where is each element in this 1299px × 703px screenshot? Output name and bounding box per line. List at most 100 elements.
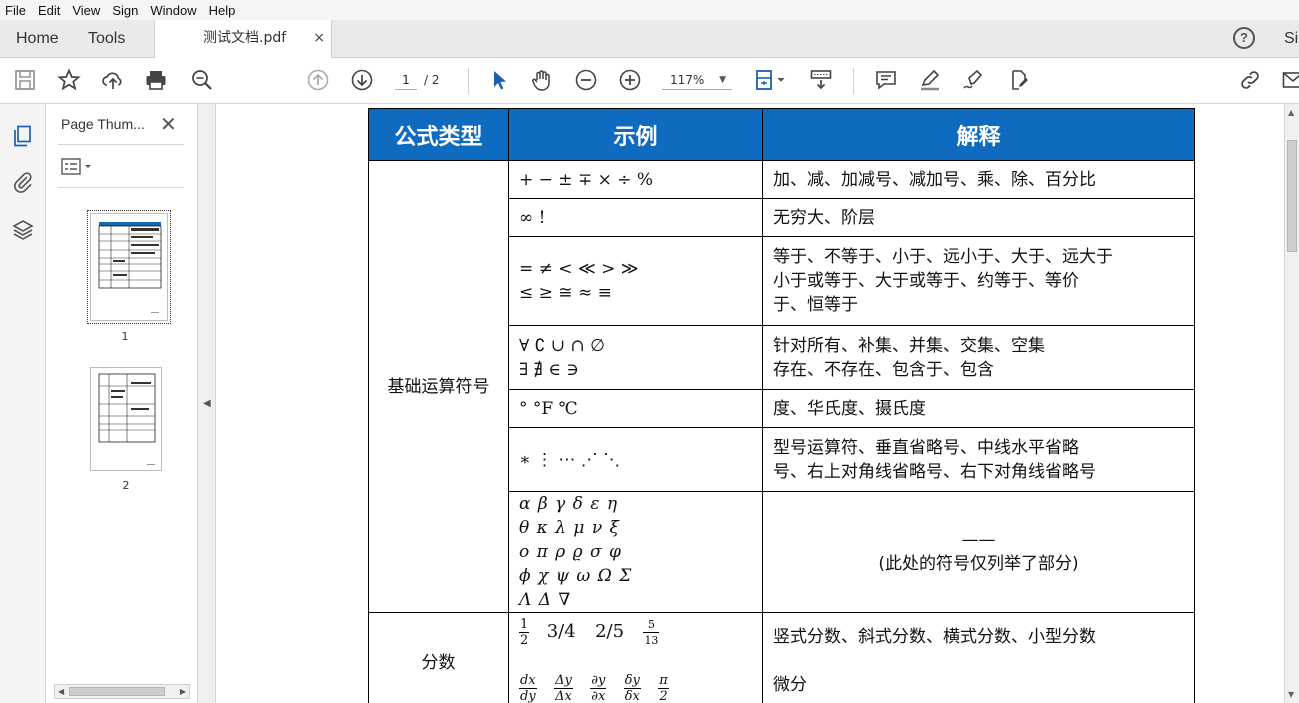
tab-tools[interactable]: Tools <box>88 20 125 57</box>
header-example: 示例 <box>508 108 763 161</box>
thumbnail-horizontal-scrollbar[interactable]: ◀ ▶ <box>54 684 190 699</box>
example-cell: ∞ ! <box>508 198 763 237</box>
menu-window[interactable]: Window <box>144 3 202 18</box>
explanation-line: 加、减、加减号、减加号、乘、除、百分比 <box>773 169 1096 190</box>
explanation-line: 存在、不存在、包含于、包含 <box>773 359 994 380</box>
example-line: ο π ρ ϱ σ φ <box>519 542 622 562</box>
zoom-search-icon[interactable] <box>189 67 215 93</box>
explanation-line: —— <box>961 530 996 550</box>
example-line: + − ± ∓ × ÷ % <box>519 169 654 190</box>
explanation-cell: 无穷大、阶层 <box>762 198 1195 237</box>
category-basic-operators: 基础运算符号 <box>368 160 509 613</box>
fraction: Δy Δx <box>554 673 573 703</box>
fraction-line-diff: dx dy Δy Δx ∂y ∂x δy δx π2 <box>519 673 752 703</box>
fraction-line-simple: 12 3/4 2/5 5 13 <box>519 617 752 659</box>
page-number-input[interactable]: 1 <box>395 70 417 90</box>
explanation-cell: —— (此处的符号仅列举了部分) <box>762 491 1195 613</box>
next-page-icon[interactable] <box>349 67 375 93</box>
fit-page-icon[interactable] <box>752 67 788 93</box>
example-cell: + − ± ∓ × ÷ % <box>508 160 763 199</box>
menu-help[interactable]: Help <box>203 3 242 18</box>
explanation-cell: 针对所有、补集、并集、交集、空集 存在、不存在、包含于、包含 <box>762 325 1195 390</box>
divider <box>58 144 184 145</box>
explanation-line: 针对所有、补集、并集、交集、空集 <box>773 335 1045 356</box>
scrollbar-thumb[interactable] <box>1287 140 1297 252</box>
divider <box>58 187 184 188</box>
zoom-in-icon[interactable] <box>617 67 643 93</box>
category-fractions: 分数 <box>368 612 509 703</box>
scroll-left-icon[interactable]: ◀ <box>58 685 64 698</box>
explanation-cell: 等于、不等于、小于、远小于、大于、远大于 小于或等于、大于或等于、约等于、等价 … <box>762 236 1195 326</box>
help-icon[interactable]: ? <box>1233 27 1255 49</box>
layers-icon[interactable] <box>11 218 35 242</box>
menu-sign[interactable]: Sign <box>106 3 144 18</box>
panel-collapse-strip[interactable]: ◀ <box>198 104 216 703</box>
explanation-line: 竖式分数、斜式分数、横式分数、小型分数 <box>773 627 1096 647</box>
page-thumbnail-2[interactable] <box>90 367 162 471</box>
tab-home[interactable]: Home <box>16 20 59 57</box>
thumbnail-panel: Page Thum... ✕ 1 2 ◀ ▶ <box>46 104 198 703</box>
document-vertical-scrollbar[interactable]: ▲ ▼ <box>1284 104 1299 703</box>
example-line: ° °F ℃ <box>519 398 578 419</box>
example-line: ∃ ∄ ∈ ∋ <box>519 359 579 380</box>
edit-document-icon[interactable] <box>1005 67 1031 93</box>
email-icon[interactable] <box>1280 67 1299 93</box>
table-header-row: 公式类型 示例 解释 <box>368 108 1195 161</box>
example-line: ≤ ≥ ≅ ≈ ≡ <box>519 283 612 303</box>
collapse-left-icon[interactable]: ◀ <box>203 398 211 409</box>
page-thumbnail-1[interactable] <box>87 210 171 324</box>
menu-view[interactable]: View <box>66 3 106 18</box>
sign-in-link[interactable]: Si <box>1284 20 1298 57</box>
fraction: ∂y ∂x <box>590 673 607 703</box>
table-row: 分数 12 3/4 2/5 5 13 dx dy Δy Δx ∂y ∂x δy δx π2… <box>368 612 1195 703</box>
example-cell: ∀ ∁ ∪ ∩ ∅ ∃ ∄ ∈ ∋ <box>508 325 763 390</box>
menu-edit[interactable]: Edit <box>32 3 66 18</box>
explanation-line: 于、恒等于 <box>773 295 858 315</box>
thumbnail-label-2: 2 <box>122 479 130 492</box>
hand-tool-icon[interactable] <box>529 67 555 93</box>
explanation-line: 度、华氏度、摄氏度 <box>773 398 926 419</box>
sign-pen-icon[interactable] <box>960 67 986 93</box>
scroll-up-icon[interactable]: ▲ <box>1288 108 1294 117</box>
attachments-paperclip-icon[interactable] <box>11 170 35 194</box>
menu-file[interactable]: File <box>0 3 32 18</box>
toolbar: 1 / 2 117% ▼ <box>0 58 1299 104</box>
document-view[interactable]: 公式类型 示例 解释 基础运算符号 + − ± ∓ × ÷ % 加、减、加减号、… <box>216 104 1284 703</box>
scroll-mode-icon[interactable] <box>808 67 834 93</box>
explanation-line: 等于、不等于、小于、远小于、大于、远大于 <box>773 247 1113 267</box>
fraction: π2 <box>658 673 669 703</box>
thumbnail-label-1: 1 <box>121 330 129 343</box>
example-cell: ° °F ℃ <box>508 389 763 428</box>
fraction: dx dy <box>519 673 537 703</box>
save-icon[interactable] <box>12 67 38 93</box>
scroll-down-icon[interactable]: ▼ <box>1288 690 1294 699</box>
page-thumbnails-icon[interactable] <box>11 124 35 148</box>
close-icon[interactable]: ✕ <box>160 112 177 136</box>
example-line: Λ Δ ∇ <box>519 590 572 610</box>
tab-close-icon[interactable]: × <box>313 20 325 57</box>
fraction: δy δx <box>623 673 641 703</box>
bookmark-star-icon[interactable] <box>56 67 82 93</box>
select-cursor-icon[interactable] <box>486 67 512 93</box>
thumbnail-options-button[interactable] <box>60 156 100 178</box>
scrollbar-thumb[interactable] <box>69 687 165 696</box>
fraction-small: 5 13 <box>643 618 660 647</box>
explanation-line: (此处的符号仅列举了部分) <box>878 554 1079 574</box>
thumbnail-panel-title: Page Thum... <box>61 116 145 132</box>
zoom-level-select[interactable]: 117% ▼ <box>662 70 732 90</box>
fraction: 12 <box>519 617 530 648</box>
highlight-pen-icon[interactable] <box>917 67 943 93</box>
comment-icon[interactable] <box>873 67 899 93</box>
scroll-right-icon[interactable]: ▶ <box>180 685 186 698</box>
print-icon[interactable] <box>143 67 169 93</box>
example-cell-fractions: 12 3/4 2/5 5 13 dx dy Δy Δx ∂y ∂x δy δx π2 <box>508 612 763 703</box>
zoom-out-icon[interactable] <box>573 67 599 93</box>
explanation-cell: 竖式分数、斜式分数、横式分数、小型分数 微分 <box>762 612 1195 703</box>
tab-document[interactable]: 测试文档.pdf × <box>154 20 332 58</box>
link-share-icon[interactable] <box>1237 67 1263 93</box>
prev-page-icon[interactable] <box>305 67 331 93</box>
explanation-cell: 度、华氏度、摄氏度 <box>762 389 1195 428</box>
example-line: ϕ χ ψ ω Ω Σ <box>519 566 633 586</box>
fraction-linear: 2/5 <box>595 621 625 642</box>
upload-icon[interactable] <box>100 67 126 93</box>
